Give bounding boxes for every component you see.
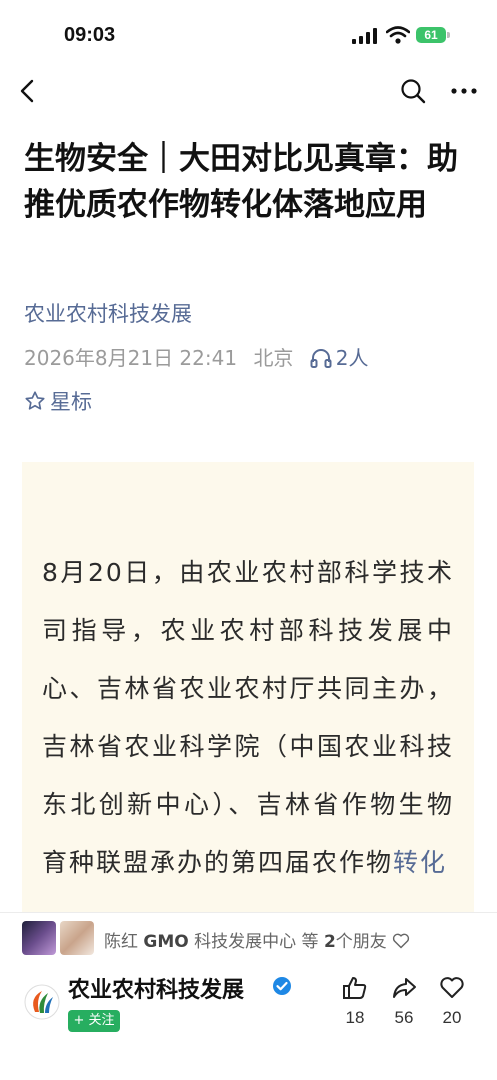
account-link[interactable]: 农业农村科技发展	[24, 298, 192, 328]
friend-avatar	[22, 921, 56, 955]
article-body: 8月20日，由农业农村部科学技术司指导，农业农村部科技发展中心、吉林省农业农村厅…	[22, 462, 474, 932]
verified-badge-icon	[273, 977, 291, 995]
body-text: 8月20日，由农业农村部科学技术司指导，农业农村部科技发展中心、吉林省农业农村厅…	[42, 558, 454, 877]
status-bar: 09:03 61	[0, 0, 497, 70]
body-paragraph: 8月20日，由农业农村部科学技术司指导，农业农村部科技发展中心、吉林省农业农村厅…	[22, 462, 474, 892]
more-options-icon[interactable]	[448, 76, 480, 106]
like-count: 18	[345, 1008, 365, 1027]
search-icon[interactable]	[398, 76, 428, 106]
friend-avatar	[60, 921, 94, 955]
friends-bar[interactable]: 陈红 GMO 科技发展中心 等 2个朋友	[0, 912, 497, 959]
follow-button[interactable]: + 关注	[68, 1010, 120, 1032]
thumbs-up-icon	[343, 977, 367, 999]
heart-icon	[440, 977, 464, 998]
article-title: 生物安全｜大田对比见真章：助推优质农作物转化体落地应用	[24, 141, 458, 223]
share-count: 56	[394, 1008, 414, 1027]
listener-count: 2人	[335, 346, 369, 370]
body-link[interactable]: 转化	[393, 848, 447, 877]
friends-text: 陈红 GMO 科技发展中心 等 2个朋友	[104, 927, 410, 952]
friend-name-bold: GMO	[143, 932, 189, 952]
friend-count: 2	[323, 932, 336, 952]
publish-date: 2026年8月21日 22:41	[24, 346, 238, 370]
friend-suffix: 科技发展中心 等	[194, 932, 319, 952]
cellular-signal-icon	[352, 28, 377, 44]
heart-count: 20	[442, 1008, 462, 1027]
battery-icon: 61	[416, 27, 446, 43]
like-button[interactable]: 18	[335, 976, 375, 1028]
listen-button[interactable]: 2人	[310, 346, 379, 370]
share-button[interactable]: 56	[384, 976, 424, 1028]
account-logo[interactable]	[24, 984, 60, 1020]
nav-bar	[0, 70, 497, 110]
star-label: 星标	[50, 390, 92, 414]
heart-button[interactable]: 20	[432, 976, 472, 1028]
footer-account-name[interactable]: 农业农村科技发展	[68, 972, 244, 1004]
heart-outline-icon	[393, 933, 410, 949]
friend-tail: 个朋友	[335, 932, 387, 952]
footer-bar: 农业农村科技发展 + 关注 18 56 20	[0, 958, 497, 1080]
friend-name: 陈红	[104, 932, 138, 952]
star-icon	[25, 391, 45, 410]
clock: 09:03	[64, 24, 116, 46]
battery-cap	[447, 32, 450, 38]
star-button[interactable]: 星标	[24, 386, 92, 416]
back-icon[interactable]	[14, 76, 44, 106]
article-meta: 2026年8月21日 22:41 北京 2人	[24, 342, 389, 371]
wifi-icon	[386, 26, 410, 44]
publish-location: 北京	[253, 346, 294, 370]
headphones-icon	[310, 349, 332, 368]
share-icon	[393, 978, 416, 998]
